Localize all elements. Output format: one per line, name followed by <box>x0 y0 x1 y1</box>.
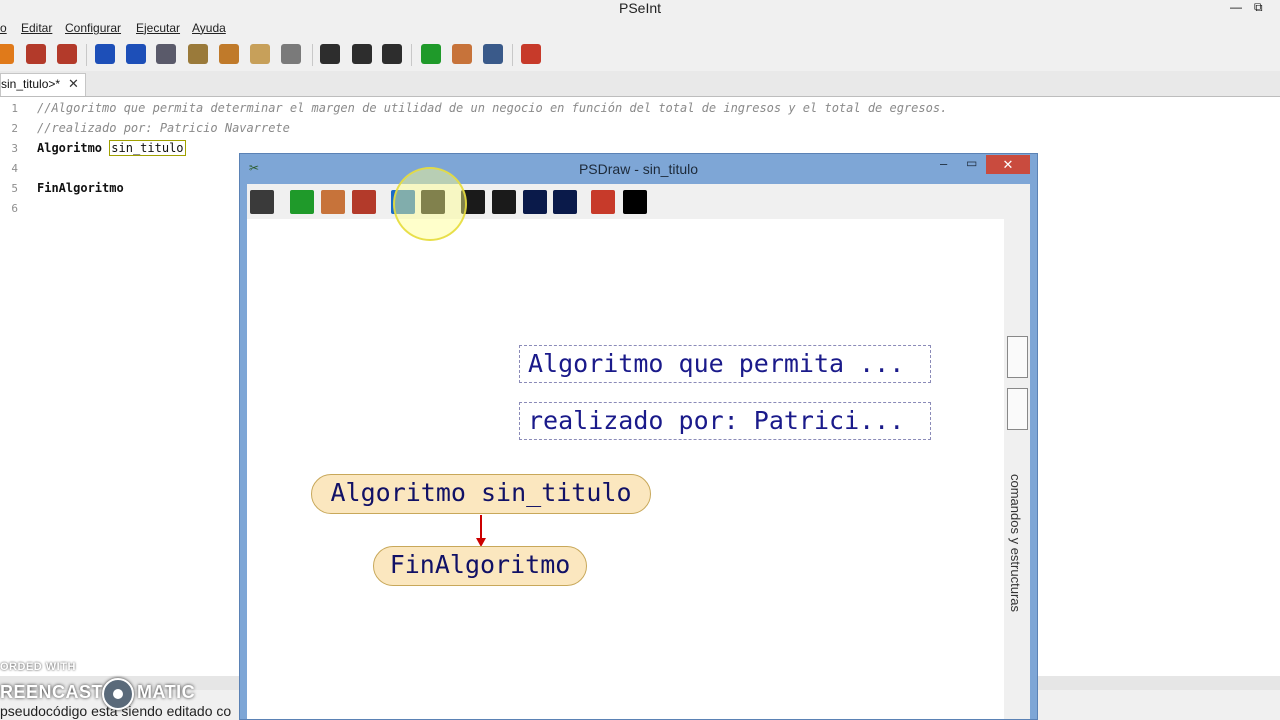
close-tab-icon[interactable]: ✕ <box>68 76 79 92</box>
toolbar-separator <box>312 44 313 66</box>
search-next-icon[interactable] <box>382 44 402 64</box>
end-node[interactable]: FinAlgoritmo <box>373 546 587 586</box>
psdraw-window: ✂ PSDraw - sin_titulo – ▭ ✕ Algoritmo qu… <box>239 153 1038 720</box>
help-icon[interactable] <box>521 44 541 64</box>
line-number: 1 <box>11 102 18 115</box>
algorithm-name: sin_titulo <box>109 140 186 156</box>
psdraw-close-button[interactable]: ✕ <box>986 155 1030 174</box>
toolbar-separator <box>411 44 412 66</box>
run-icon[interactable] <box>421 44 441 64</box>
psdraw-save-icon[interactable] <box>352 190 376 214</box>
watermark-matic: MATIC <box>137 682 196 702</box>
editor-line: 1 //Algoritmo que permita determinar el … <box>0 98 1280 118</box>
comment-line: //realizado por: Patricio Navarrete <box>37 121 290 135</box>
paste-icon[interactable] <box>219 44 239 64</box>
tab-label: sin_titulo>* <box>1 77 61 91</box>
draw-diagram-icon[interactable] <box>483 44 503 64</box>
psdraw-expand-icon[interactable] <box>523 190 547 214</box>
step-by-step-icon[interactable] <box>452 44 472 64</box>
toolbar-separator <box>86 44 87 66</box>
menu-editar[interactable]: Editar <box>21 21 52 35</box>
assign-command-icon[interactable] <box>1007 336 1028 378</box>
line-number: 4 <box>11 162 18 175</box>
undo-icon[interactable] <box>95 44 115 64</box>
sidebar-label: comandos y estructuras <box>1008 474 1023 613</box>
comment-node[interactable]: Algoritmo que permita ... <box>519 345 931 383</box>
line-number: 5 <box>11 182 18 195</box>
new-file-icon[interactable] <box>0 44 14 64</box>
keyword-algoritmo: Algoritmo <box>37 141 103 155</box>
correct-indent-icon[interactable] <box>250 44 270 64</box>
comment-line: //Algoritmo que permita determinar el ma… <box>37 101 948 115</box>
line-number: 2 <box>11 122 18 135</box>
maximize-button[interactable]: ⧉ <box>1254 0 1263 14</box>
save-as-icon[interactable] <box>57 44 77 64</box>
window-title: PSeInt <box>618 0 662 16</box>
flowchart-canvas[interactable]: Algoritmo que permita ... realizado por:… <box>247 219 1004 719</box>
cursor-highlight <box>393 167 467 241</box>
menu-ayuda[interactable]: Ayuda <box>192 21 226 35</box>
line-number: 3 <box>11 142 18 155</box>
minimize-button[interactable]: — <box>1230 0 1242 14</box>
watermark-recorded: ORDED WITH <box>0 661 76 673</box>
editor-line: 2 //realizado por: Patricio Navarrete <box>0 118 1280 138</box>
psdraw-title: PSDraw - sin_titulo <box>578 161 699 177</box>
menu-bar: o Editar Configurar Ejecutar Ayuda <box>0 18 1280 38</box>
start-node[interactable]: Algoritmo sin_titulo <box>311 474 651 514</box>
line-number: 6 <box>11 202 18 215</box>
psdraw-run-icon[interactable] <box>290 190 314 214</box>
watermark-logo-icon <box>102 678 134 710</box>
cut-icon[interactable] <box>156 44 176 64</box>
flow-arrow <box>480 515 482 539</box>
menu-configurar[interactable]: Configurar <box>65 21 121 35</box>
psdraw-blank-icon[interactable] <box>623 190 647 214</box>
toolbar-separator <box>512 44 513 66</box>
code-line: Algoritmo sin_titulo <box>37 140 186 156</box>
tab-strip: sin_titulo>* ✕ <box>0 71 1280 97</box>
save-icon[interactable] <box>26 44 46 64</box>
tab-sin-titulo[interactable]: sin_titulo>* ✕ <box>0 73 86 96</box>
psdraw-step-icon[interactable] <box>321 190 345 214</box>
keyword-finalgoritmo: FinAlgoritmo <box>37 181 124 195</box>
write-command-icon[interactable] <box>1007 388 1028 430</box>
watermark-screencast: REENCAST <box>0 682 104 702</box>
psdraw-toolbar <box>247 184 1004 219</box>
psdraw-pin-icon[interactable] <box>492 190 516 214</box>
redo-icon[interactable] <box>126 44 146 64</box>
search-icon[interactable] <box>320 44 340 64</box>
menu-archivo[interactable]: o <box>0 21 7 35</box>
title-bar: PSeInt — ⧉ <box>0 0 1280 18</box>
toolbar <box>0 38 1280 71</box>
psdraw-title-bar[interactable]: ✂ PSDraw - sin_titulo – ▭ ✕ <box>240 154 1037 184</box>
copy-icon[interactable] <box>188 44 208 64</box>
psdraw-color-icon[interactable] <box>553 190 577 214</box>
psdraw-help-icon[interactable] <box>591 190 615 214</box>
psdraw-maximize-button[interactable]: ▭ <box>966 156 977 170</box>
psdraw-minimize-button[interactable]: – <box>940 156 947 171</box>
commands-sidebar[interactable]: comandos y estructuras <box>1004 184 1030 719</box>
comment-node[interactable]: realizado por: Patrici... <box>519 402 931 440</box>
psdraw-sub-process-icon[interactable] <box>250 190 274 214</box>
search-previous-icon[interactable] <box>352 44 372 64</box>
find-icon[interactable] <box>281 44 301 64</box>
menu-ejecutar[interactable]: Ejecutar <box>136 21 180 35</box>
